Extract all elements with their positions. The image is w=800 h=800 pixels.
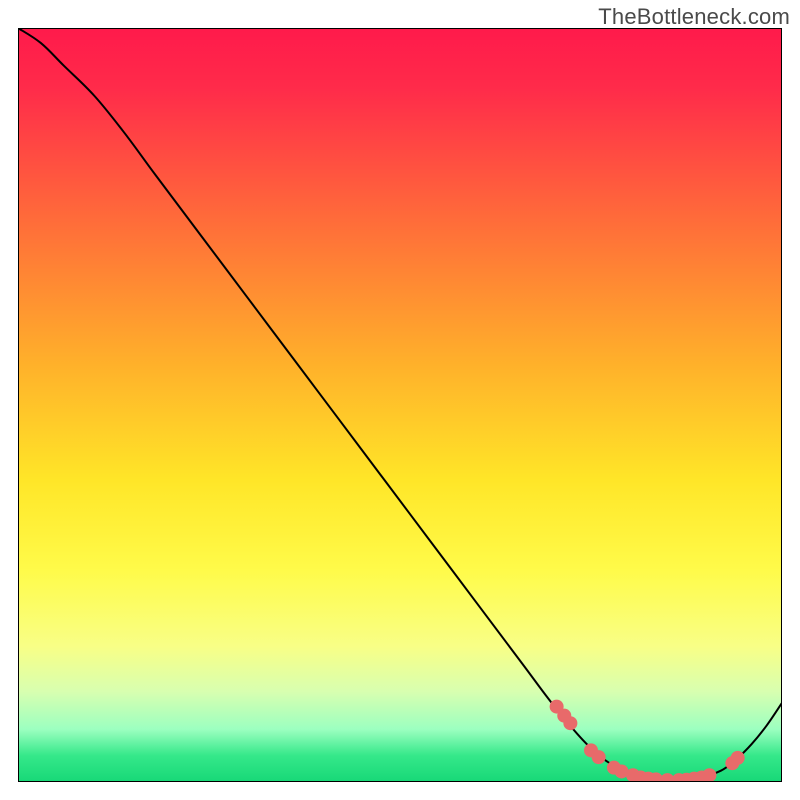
plot-area [18, 28, 782, 787]
data-point [563, 716, 577, 730]
data-point [702, 768, 716, 782]
gradient-background [18, 28, 782, 782]
data-point [592, 750, 606, 764]
chart-container: TheBottleneck.com [0, 0, 800, 800]
watermark-text: TheBottleneck.com [598, 4, 790, 30]
bottleneck-chart [0, 0, 800, 800]
data-point [731, 751, 745, 765]
